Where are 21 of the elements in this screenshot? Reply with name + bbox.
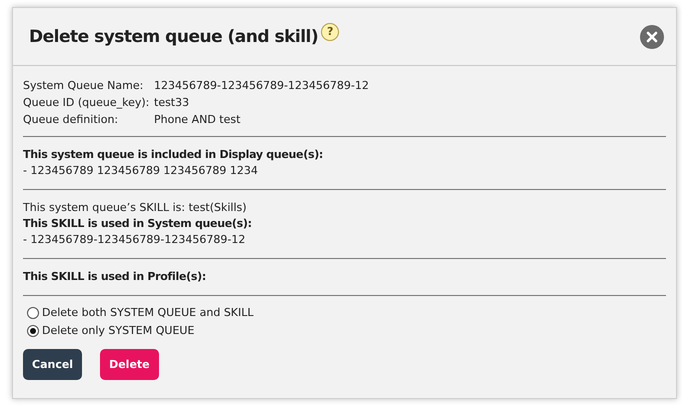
- field-value: Phone AND test: [154, 112, 242, 128]
- radio-button[interactable]: [27, 325, 39, 337]
- field-label: System Queue Name:: [23, 78, 144, 94]
- radio-label[interactable]: Delete only SYSTEM QUEUE: [42, 324, 194, 338]
- section-text: - 123456789-123456789-123456789-12: [23, 232, 246, 248]
- delete-button[interactable]: Delete: [100, 349, 159, 380]
- section-heading: This SKILL is used in System queue(s):: [23, 216, 253, 232]
- field-label: Queue ID (queue_key):: [23, 95, 150, 111]
- cancel-button[interactable]: Cancel: [23, 349, 82, 380]
- radio-button[interactable]: [27, 307, 39, 319]
- field-label: Queue definition:: [23, 112, 120, 128]
- field-value: test33: [154, 95, 190, 111]
- section-heading: This system queue is included in Display queue(s):: [23, 147, 324, 163]
- section-text: - 123456789 123456789 123456789 1234: [23, 163, 259, 179]
- help-icon[interactable]: ?: [321, 22, 340, 40]
- section-heading: This SKILL is used in Profile(s):: [23, 269, 207, 285]
- field-value: 123456789-123456789-123456789-12: [154, 78, 370, 94]
- radio-label[interactable]: Delete both SYSTEM QUEUE and SKILL: [42, 306, 254, 320]
- section-text: This system queue’s SKILL is: test(Skills): [23, 200, 248, 216]
- close-icon[interactable]: [640, 24, 664, 48]
- dialog-title: Delete system queue (and skill): [29, 26, 318, 46]
